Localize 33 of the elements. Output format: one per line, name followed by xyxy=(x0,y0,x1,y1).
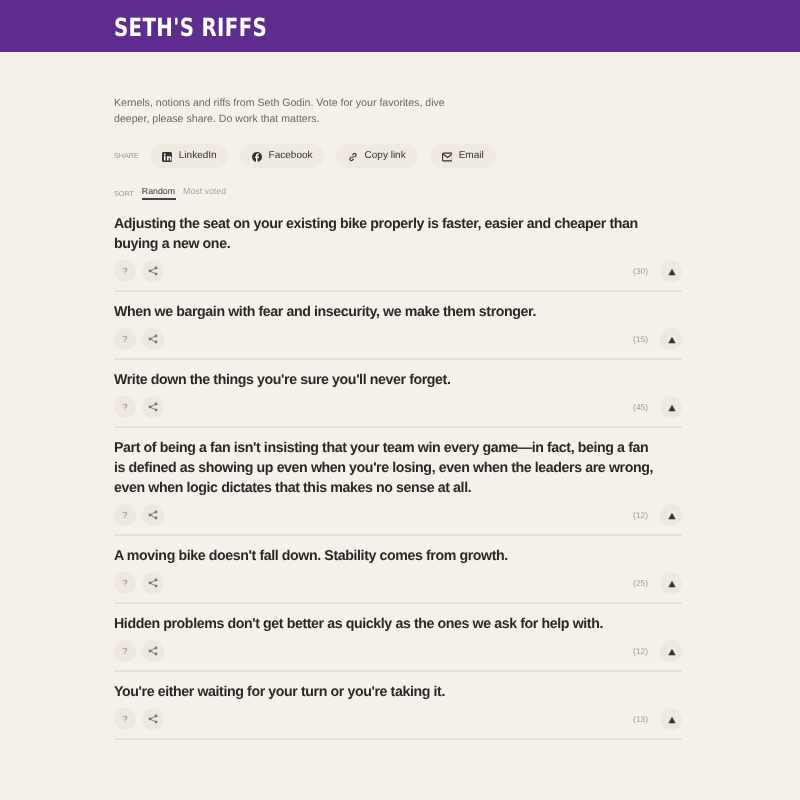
upvote-icon xyxy=(667,511,675,519)
upvote-icon xyxy=(667,579,675,587)
share-button[interactable] xyxy=(142,640,164,662)
site-title: SETH'S RIFFS xyxy=(114,11,268,41)
upvote-button[interactable] xyxy=(660,504,682,526)
share-button[interactable] xyxy=(142,396,164,418)
upvote-button[interactable] xyxy=(660,260,682,282)
upvote-button[interactable] xyxy=(660,396,682,418)
share-icon xyxy=(148,714,158,724)
upvote-icon xyxy=(667,715,675,723)
upvote-icon xyxy=(667,403,675,411)
upvote-icon xyxy=(667,267,675,275)
linkedin-icon xyxy=(162,151,173,161)
share-icon xyxy=(148,578,158,588)
email-icon xyxy=(441,151,453,161)
upvote-button[interactable] xyxy=(660,328,682,350)
share-icon xyxy=(148,334,158,344)
share-button[interactable] xyxy=(142,504,164,526)
share-icon xyxy=(148,402,158,412)
facebook-icon xyxy=(252,151,263,161)
upvote-icon xyxy=(667,335,675,343)
share-button[interactable] xyxy=(142,260,164,282)
share-icon xyxy=(148,646,158,656)
upvote-button[interactable] xyxy=(660,572,682,594)
share-button[interactable] xyxy=(142,572,164,594)
share-button[interactable] xyxy=(142,328,164,350)
share-icon xyxy=(148,510,158,520)
share-icon xyxy=(148,266,158,276)
share-button[interactable] xyxy=(142,708,164,730)
upvote-icon xyxy=(667,647,675,655)
upvote-button[interactable] xyxy=(660,640,682,662)
link-icon xyxy=(348,151,359,161)
upvote-button[interactable] xyxy=(660,708,682,730)
